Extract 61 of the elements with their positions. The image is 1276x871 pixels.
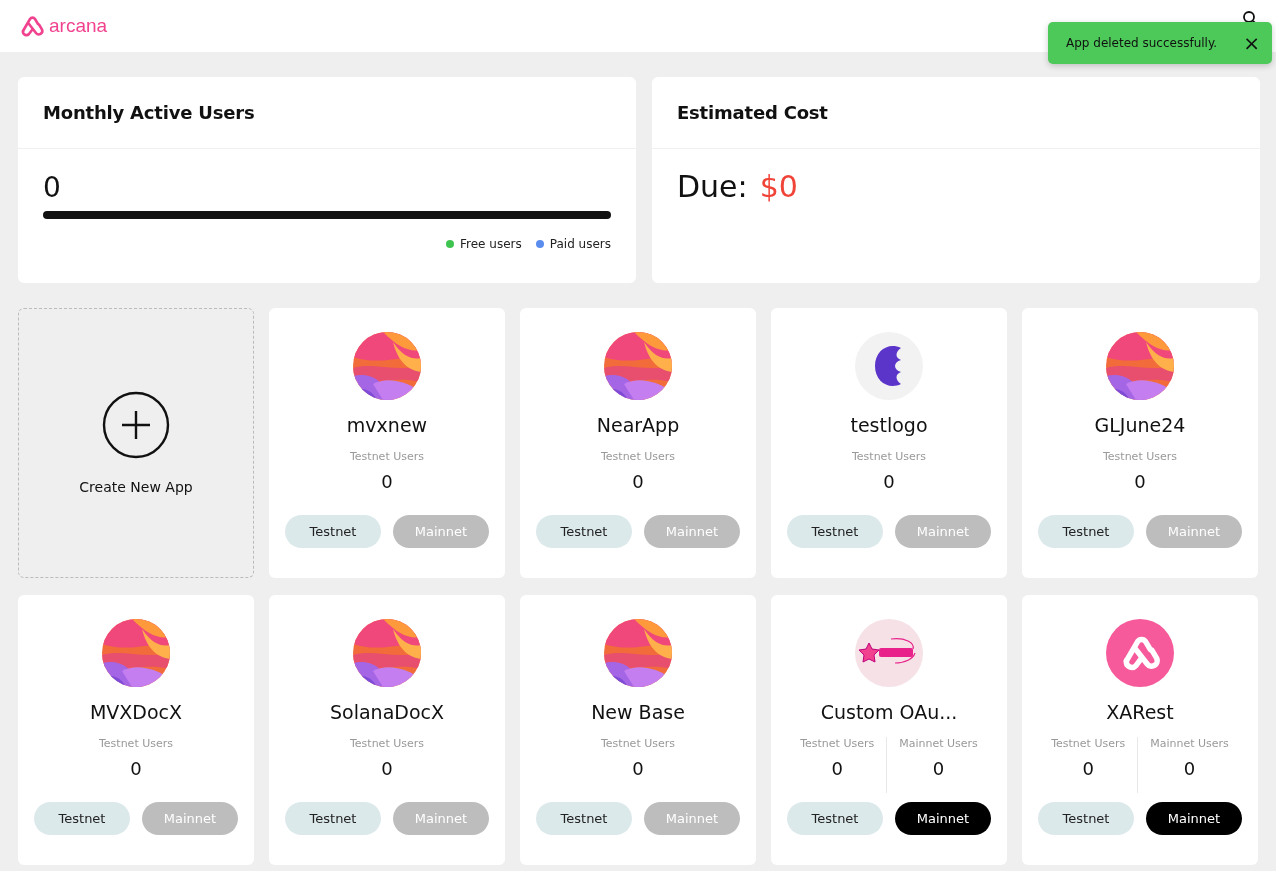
stat-value: 0 xyxy=(1183,758,1196,779)
star-logo-icon xyxy=(855,619,923,687)
stat-value: 0 xyxy=(1082,758,1094,779)
legend-label: Free users xyxy=(460,237,522,251)
stat-value: 0 xyxy=(632,471,644,492)
app-card[interactable]: Custom OAu... Testnet Users 0 Mainnet Users 0 Testnet Mainnet xyxy=(771,595,1007,865)
close-button[interactable]: × xyxy=(1243,33,1260,53)
testnet-button[interactable]: Testnet xyxy=(1038,515,1134,548)
stat-label: Testnet Users xyxy=(852,450,926,463)
arcana-logo-icon xyxy=(1106,619,1174,687)
stat-label: Testnet Users xyxy=(350,737,424,750)
stat-value: 0 xyxy=(883,471,895,492)
stat-label: Testnet Users xyxy=(1103,450,1177,463)
stat-label: Testnet Users xyxy=(800,737,875,750)
testnet-button[interactable]: Testnet xyxy=(34,802,130,835)
stat-value: 0 xyxy=(1134,471,1146,492)
stat-value: 0 xyxy=(632,758,644,779)
app-name: XARest xyxy=(1106,701,1174,725)
stat-value: 0 xyxy=(381,758,393,779)
arcana-logo-icon[interactable] xyxy=(19,13,45,39)
stat-label: Testnet Users xyxy=(601,450,675,463)
stat-label: Testnet Users xyxy=(350,450,424,463)
testnet-button[interactable]: Testnet xyxy=(285,802,381,835)
testnet-button[interactable]: Testnet xyxy=(285,515,381,548)
app-name: New Base xyxy=(591,701,685,725)
stat-label: Testnet Users xyxy=(601,737,675,750)
app-name: mvxnew xyxy=(346,414,428,438)
card-title: Monthly Active Users xyxy=(43,102,255,123)
due-amount: $0 xyxy=(759,169,798,204)
stat-label: Mainnet Users xyxy=(1150,737,1229,750)
legend-label: Paid users xyxy=(549,237,611,251)
plus-icon[interactable] xyxy=(102,391,170,459)
create-app-label: Create New App xyxy=(79,479,193,495)
app-card[interactable]: XARest Testnet Users 0 Mainnet Users 0 Testnet Mainnet xyxy=(1022,595,1258,865)
testnet-button[interactable]: Testnet xyxy=(536,515,632,548)
letter-c-logo-icon xyxy=(855,332,923,400)
stat-value: 0 xyxy=(381,471,393,492)
user-count: 0 xyxy=(43,171,62,205)
testnet-button[interactable]: Testnet xyxy=(1038,802,1134,835)
app-name: SolanaDocX xyxy=(330,701,444,725)
stat-value: 0 xyxy=(831,758,843,779)
create-app-card[interactable]: Create New App xyxy=(18,308,254,578)
stat-value: 0 xyxy=(130,758,142,779)
mainnet-button[interactable]: Mainnet xyxy=(1146,802,1242,835)
mainnet-button[interactable]: Mainnet xyxy=(895,802,991,835)
stat-label: Testnet Users xyxy=(99,737,173,750)
testnet-button[interactable]: Testnet xyxy=(787,515,883,548)
app-name: MVXDocX xyxy=(89,701,183,725)
testnet-button[interactable]: Testnet xyxy=(787,802,883,835)
toast-message: App deleted successfully. xyxy=(1066,36,1218,50)
app-name: GLJune24 xyxy=(1094,414,1186,438)
testnet-button[interactable]: Testnet xyxy=(536,802,632,835)
brand-name[interactable]: arcana xyxy=(49,15,108,37)
card-title: Estimated Cost xyxy=(677,102,828,123)
app-name: NearApp xyxy=(596,414,680,438)
stat-label: Mainnet Users xyxy=(899,737,978,750)
app-name: Custom OAu... xyxy=(820,701,958,725)
stat-value: 0 xyxy=(932,758,945,779)
app-name: testlogo xyxy=(850,414,928,438)
stat-label: Testnet Users xyxy=(1051,737,1126,750)
due-label: Due: xyxy=(677,169,748,204)
